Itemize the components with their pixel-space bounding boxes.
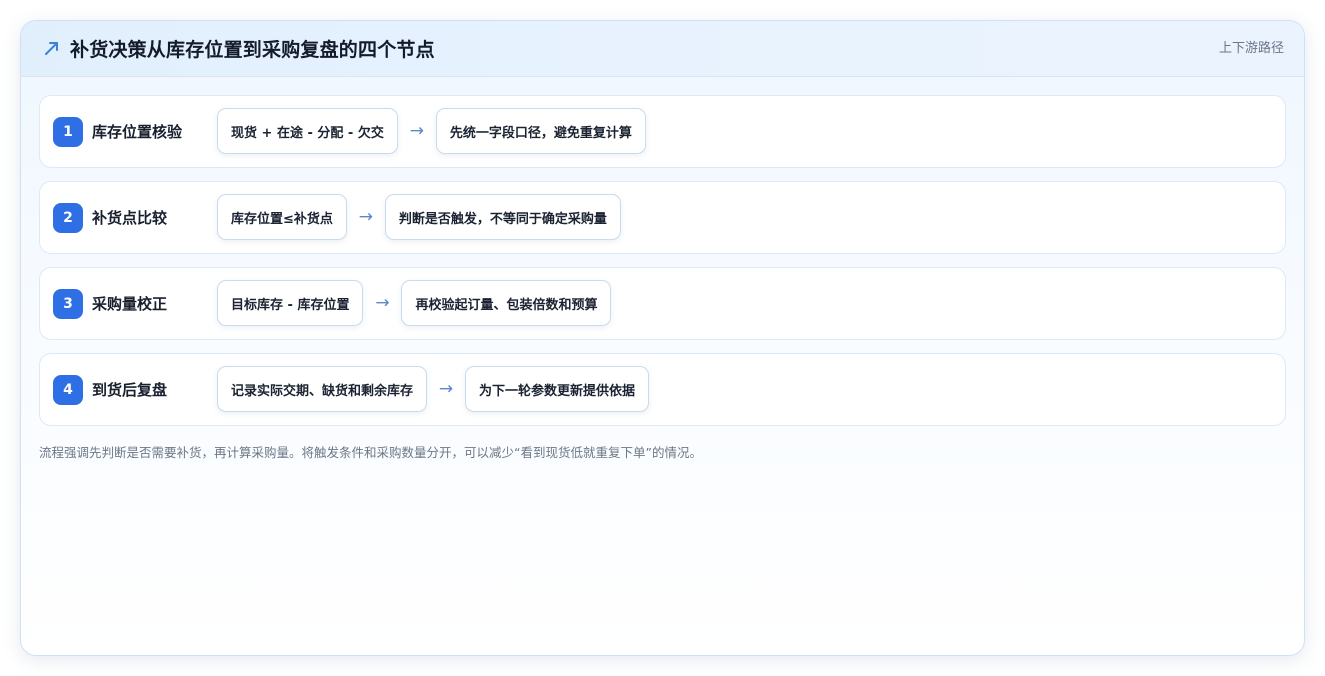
right-arrow-icon: → (375, 293, 390, 313)
step-row: 2 补货点比较 库存位置≤补货点 → 判断是否触发，不等同于确定采购量 (39, 181, 1286, 254)
step-number-badge: 3 (53, 289, 83, 319)
step-number-badge: 1 (53, 117, 83, 147)
right-arrow-icon: → (438, 379, 454, 399)
step-row: 3 采购量校正 目标库存 - 库存位置 → 再校验起订量、包装倍数和预算 (39, 267, 1286, 340)
trend-up-arrow-icon (45, 42, 58, 55)
step-row: 4 到货后复盘 记录实际交期、缺货和剩余库存 → 为下一轮参数更新提供依据 (39, 353, 1286, 426)
footnote: 流程强调先判断是否需要补货，再计算采购量。将触发条件和采购数量分开，可以减少“看… (39, 445, 702, 460)
step-output-box: 判断是否触发，不等同于确定采购量 (384, 194, 621, 240)
step-output-box: 再校验起订量、包装倍数和预算 (401, 280, 612, 326)
step-row: 1 库存位置核验 现货 + 在途 - 分配 - 欠交 → 先统一字段口径，避免重… (39, 95, 1286, 168)
card-header: 补货决策从库存位置到采购复盘的四个节点 上下游路径 (21, 21, 1304, 77)
path-tag: 上下游路径 (1218, 41, 1284, 56)
step-input-box: 目标库存 - 库存位置 (217, 280, 364, 326)
step-label: 到货后复盘 (92, 381, 168, 399)
step-label: 补货点比较 (92, 209, 168, 227)
step-output-box: 为下一轮参数更新提供依据 (465, 366, 650, 412)
step-label: 采购量校正 (92, 295, 168, 313)
step-input-box: 现货 + 在途 - 分配 - 欠交 (217, 108, 398, 154)
right-arrow-icon: → (358, 207, 374, 227)
right-arrow-icon: → (409, 121, 424, 141)
step-input-box: 库存位置≤补货点 (217, 194, 347, 240)
card-title: 补货决策从库存位置到采购复盘的四个节点 (70, 39, 435, 61)
step-flow: 目标库存 - 库存位置 → 再校验起订量、包装倍数和预算 (217, 280, 612, 326)
step-flow: 现货 + 在途 - 分配 - 欠交 → 先统一字段口径，避免重复计算 (217, 108, 646, 154)
step-input-box: 记录实际交期、缺货和剩余库存 (217, 366, 428, 412)
step-flow: 库存位置≤补货点 → 判断是否触发，不等同于确定采购量 (217, 194, 621, 240)
flow-card: 补货决策从库存位置到采购复盘的四个节点 上下游路径 1 库存位置核验 现货 + … (20, 20, 1305, 656)
step-number-badge: 4 (53, 375, 83, 405)
step-output-box: 先统一字段口径，避免重复计算 (435, 108, 646, 154)
step-flow: 记录实际交期、缺货和剩余库存 → 为下一轮参数更新提供依据 (217, 366, 650, 412)
step-label: 库存位置核验 (92, 123, 183, 141)
step-number-badge: 2 (53, 203, 83, 233)
